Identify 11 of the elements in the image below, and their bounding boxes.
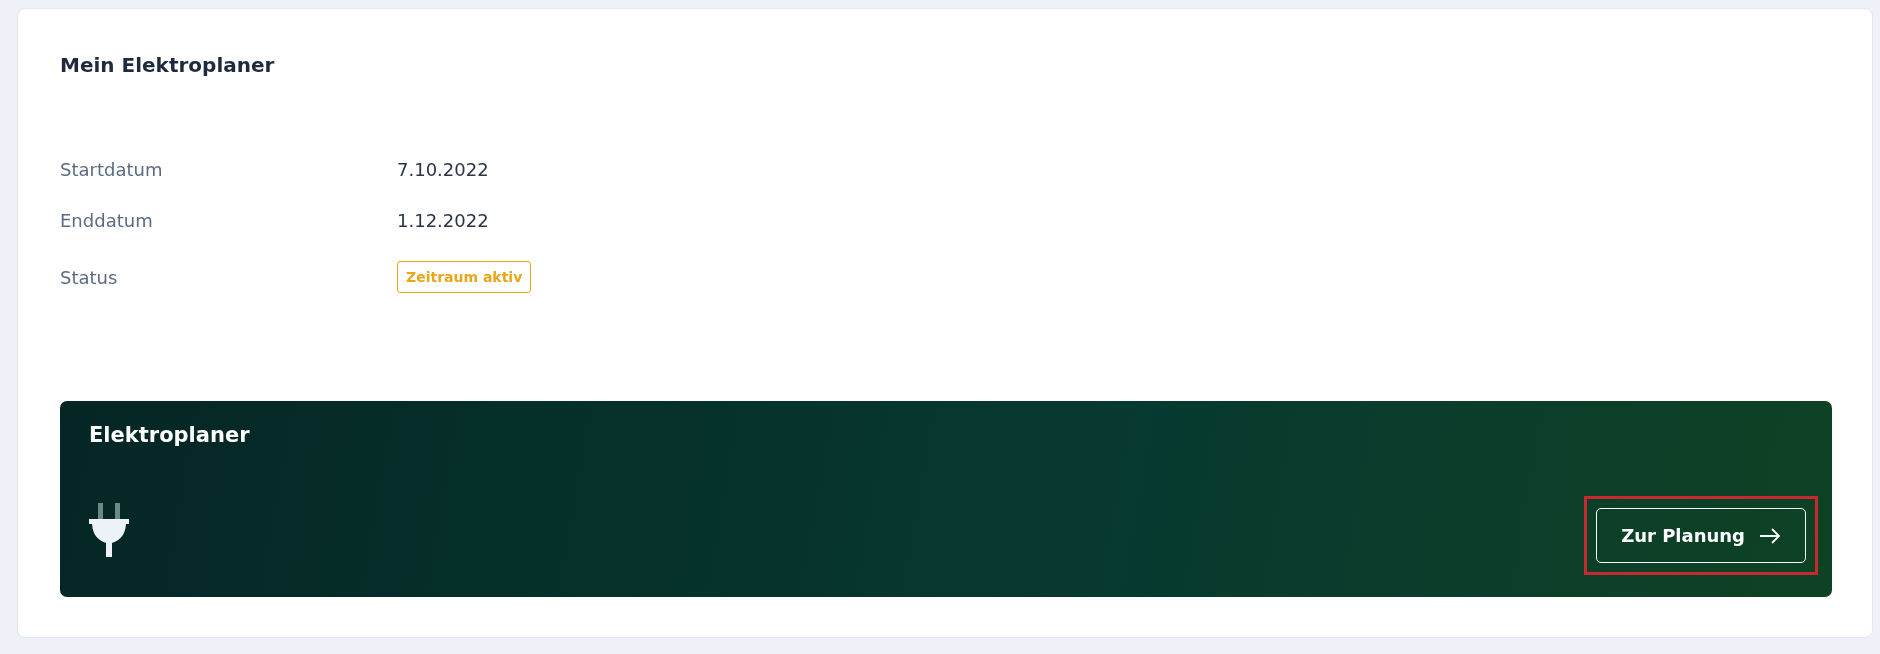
field-value: 1.12.2022	[397, 210, 489, 231]
plug-icon	[89, 503, 129, 557]
banner-title: Elektroplaner	[89, 423, 250, 447]
field-label: Status	[60, 266, 118, 288]
field-label: Startdatum	[60, 159, 163, 180]
plan-button[interactable]: Zur Planung	[1596, 508, 1806, 563]
status-badge: Zeitraum aktiv	[397, 261, 532, 293]
field-label: Enddatum	[60, 210, 153, 231]
field-value: 7.10.2022	[397, 159, 489, 180]
arrow-right-icon	[1759, 527, 1781, 544]
card-title: Mein Elektroplaner	[60, 53, 276, 77]
